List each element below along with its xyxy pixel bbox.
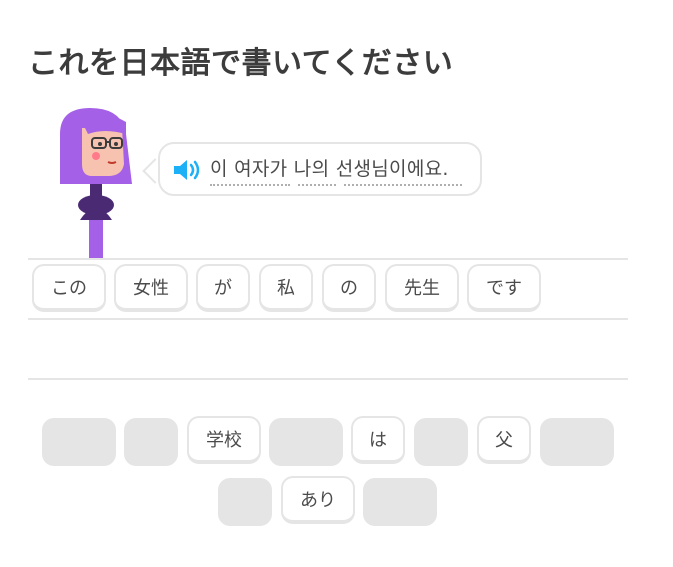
tile-label: は	[369, 430, 387, 451]
answer-line-top	[28, 258, 628, 260]
page-title: これを日本語で書いてください	[28, 46, 454, 81]
answer-tile[interactable]: 先生	[385, 264, 459, 312]
word-bank-tile[interactable]: あり	[281, 476, 355, 524]
tile-label: が	[214, 278, 232, 299]
word-bank-empty-slot	[124, 418, 178, 466]
answer-tile[interactable]: が	[196, 264, 250, 312]
speech-bubble: 이 여자가 나의 선생님이에요.	[158, 142, 482, 196]
word-bank-tile[interactable]: 父	[477, 416, 531, 464]
tile-label: です	[486, 278, 522, 299]
tile-label: の	[340, 278, 358, 299]
word-bank-tile[interactable]: 学校	[187, 416, 261, 464]
hint-underline[interactable]	[344, 184, 462, 186]
prompt-sentence: 이 여자가 나의 선생님이에요.	[210, 158, 449, 180]
tile-label: 父	[495, 430, 513, 451]
answer-tile[interactable]: の	[322, 264, 376, 312]
tile-label: 私	[277, 278, 295, 299]
character-illustration	[60, 108, 132, 260]
word-bank-empty-slot	[540, 418, 614, 466]
tile-label: あり	[300, 490, 336, 511]
tile-label: 学校	[206, 430, 242, 451]
answer-tile[interactable]: 私	[259, 264, 313, 312]
answer-line-bottom	[28, 378, 628, 380]
word-bank-empty-slot	[218, 478, 272, 526]
word-bank-empty-slot	[269, 418, 343, 466]
word-bank-empty-slot	[42, 418, 116, 466]
tile-label: 女性	[133, 278, 169, 299]
hint-underline[interactable]	[210, 184, 290, 186]
word-bank-empty-slot	[363, 478, 437, 526]
speaker-icon[interactable]	[172, 158, 202, 182]
tile-label: 先生	[404, 278, 440, 299]
answer-tile[interactable]: 女性	[114, 264, 188, 312]
word-bank-tile[interactable]: は	[351, 416, 405, 464]
hint-underline[interactable]	[298, 184, 336, 186]
answer-line-middle	[28, 318, 628, 320]
answer-tile[interactable]: です	[467, 264, 541, 312]
answer-tile[interactable]: この	[32, 264, 106, 312]
tile-label: この	[51, 278, 87, 299]
word-bank-empty-slot	[414, 418, 468, 466]
